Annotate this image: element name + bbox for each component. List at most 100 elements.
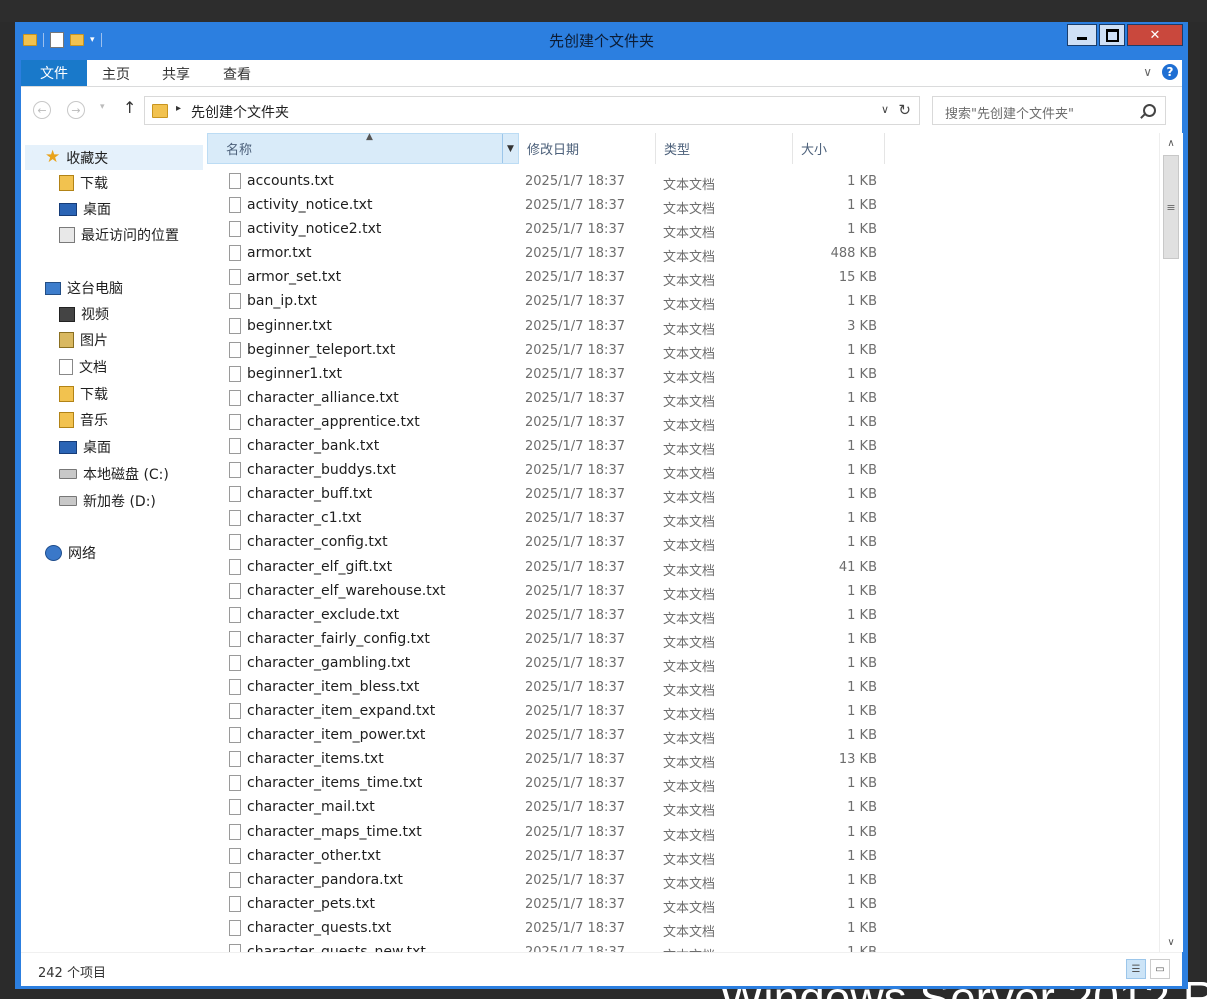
nav-item-desktop[interactable]: 桌面 (59, 437, 111, 457)
file-row[interactable]: character_alliance.txt 2025/1/7 18:37 文本文档… (207, 387, 1159, 411)
file-name-cell[interactable]: character_mail.txt (229, 799, 375, 816)
search-icon[interactable] (1143, 104, 1156, 117)
file-row[interactable]: character_buff.txt 2025/1/7 18:37 文本文档 1 KB (207, 483, 1159, 507)
close-button[interactable]: ✕ (1127, 24, 1183, 46)
file-name-cell[interactable]: character_quests_new.txt (229, 944, 426, 952)
nav-item-local-disk-c[interactable]: 本地磁盘 (C:) (59, 464, 169, 484)
details-view-icon[interactable]: ☰ (1126, 959, 1146, 979)
file-name-cell[interactable]: character_buddys.txt (229, 462, 396, 479)
file-name-cell[interactable]: character_buff.txt (229, 486, 372, 503)
file-row[interactable]: character_items_time.txt 2025/1/7 18:37 文本… (207, 772, 1159, 796)
refresh-icon[interactable]: ↻ (898, 101, 911, 119)
file-row[interactable]: character_quests_new.txt 2025/1/7 18:37 文本… (207, 941, 1159, 952)
file-name-cell[interactable]: activity_notice2.txt (229, 221, 381, 238)
file-name-cell[interactable]: beginner1.txt (229, 365, 342, 382)
file-name-cell[interactable]: accounts.txt (229, 173, 334, 189)
file-name-cell[interactable]: character_elf_warehouse.txt (229, 582, 446, 599)
file-row[interactable]: ban_ip.txt 2025/1/7 18:37 文本文档 1 KB (207, 290, 1159, 314)
file-row[interactable]: armor.txt 2025/1/7 18:37 文本文档 488 KB (207, 242, 1159, 266)
nav-item-recent-places[interactable]: 最近访问的位置 (59, 225, 179, 245)
up-button[interactable]: ↑ (123, 98, 136, 117)
nav-favorites[interactable]: ★ 收藏夹 (25, 145, 203, 170)
address-dropdown-icon[interactable]: ∨ (881, 103, 889, 116)
file-name-cell[interactable]: character_item_bless.txt (229, 678, 419, 695)
tab-view[interactable]: 查看 (223, 64, 251, 84)
file-row[interactable]: character_fairly_config.txt 2025/1/7 18:3… (207, 628, 1159, 652)
nav-item-videos[interactable]: 视频 (59, 304, 109, 324)
file-row[interactable]: beginner1.txt 2025/1/7 18:37 文本文档 1 KB (207, 363, 1159, 387)
file-row[interactable]: character_buddys.txt 2025/1/7 18:37 文本文档 1 … (207, 459, 1159, 483)
file-row[interactable]: activity_notice2.txt 2025/1/7 18:37 文本文档 1 … (207, 218, 1159, 242)
file-name-cell[interactable]: character_alliance.txt (229, 389, 399, 406)
recent-locations-icon[interactable]: ▾ (100, 102, 105, 112)
file-name-cell[interactable]: character_items_time.txt (229, 775, 422, 792)
file-name-cell[interactable]: character_maps_time.txt (229, 823, 422, 840)
search-input[interactable]: 搜索"先创建个文件夹" (932, 96, 1166, 125)
file-row[interactable]: beginner.txt 2025/1/7 18:37 文本文档 3 KB (207, 315, 1159, 339)
column-header-size[interactable]: 大小 (793, 133, 885, 164)
file-name-cell[interactable]: character_quests.txt (229, 919, 391, 936)
nav-item-volume-d[interactable]: 新加卷 (D:) (59, 491, 156, 511)
file-name-cell[interactable]: character_c1.txt (229, 510, 361, 527)
back-button[interactable]: ← (33, 101, 51, 119)
file-name-cell[interactable]: character_exclude.txt (229, 606, 399, 623)
file-row[interactable]: character_pandora.txt 2025/1/7 18:37 文本文档 1… (207, 869, 1159, 893)
file-name-cell[interactable]: armor_set.txt (229, 269, 341, 286)
file-row[interactable]: character_items.txt 2025/1/7 18:37 文本文档 13 … (207, 748, 1159, 772)
file-name-cell[interactable]: character_pandora.txt (229, 871, 403, 888)
file-name-cell[interactable]: character_config.txt (229, 534, 388, 551)
file-name-cell[interactable]: character_elf_gift.txt (229, 558, 392, 575)
large-icons-view-icon[interactable]: ▭ (1150, 959, 1170, 979)
file-row[interactable]: beginner_teleport.txt 2025/1/7 18:37 文本文档 1… (207, 339, 1159, 363)
tab-share[interactable]: 共享 (162, 64, 190, 84)
column-filter-dropdown-icon[interactable]: ▼ (502, 134, 518, 163)
nav-this-pc[interactable]: 这台电脑 (45, 278, 123, 298)
nav-item-desktop[interactable]: 桌面 (59, 199, 111, 219)
file-name-cell[interactable]: character_pets.txt (229, 895, 375, 912)
file-name-cell[interactable]: activity_notice.txt (229, 197, 372, 214)
file-name-cell[interactable]: character_item_expand.txt (229, 703, 435, 720)
file-row[interactable]: character_elf_gift.txt 2025/1/7 18:37 文本文档… (207, 556, 1159, 580)
column-header-name[interactable]: ▲ 名称 ▼ (207, 133, 519, 164)
file-name-cell[interactable]: armor.txt (229, 245, 311, 262)
nav-item-pictures[interactable]: 图片 (59, 330, 108, 350)
file-row[interactable]: character_gambling.txt 2025/1/7 18:37 文本文档… (207, 652, 1159, 676)
help-icon[interactable]: ? (1162, 64, 1178, 80)
file-name-cell[interactable]: beginner.txt (229, 317, 332, 334)
file-row[interactable]: character_bank.txt 2025/1/7 18:37 文本文档 1 KB (207, 435, 1159, 459)
address-bar[interactable]: ▸ 先创建个文件夹 ∨ ↻ (144, 96, 920, 125)
file-name-cell[interactable]: ban_ip.txt (229, 293, 317, 310)
file-row[interactable]: activity_notice.txt 2025/1/7 18:37 文本文档 1 K… (207, 194, 1159, 218)
file-name-cell[interactable]: character_fairly_config.txt (229, 630, 430, 647)
nav-network[interactable]: 网络 (45, 543, 96, 563)
file-row[interactable]: character_mail.txt 2025/1/7 18:37 文本文档 1 KB (207, 796, 1159, 820)
file-row[interactable]: character_item_power.txt 2025/1/7 18:37 文本… (207, 724, 1159, 748)
file-row[interactable]: accounts.txt 2025/1/7 18:37 文本文档 1 KB (207, 170, 1159, 194)
file-row[interactable]: character_exclude.txt 2025/1/7 18:37 文本文档 1… (207, 604, 1159, 628)
nav-item-downloads[interactable]: 下载 (59, 173, 108, 193)
breadcrumb-chevron-icon[interactable]: ▸ (176, 103, 181, 114)
file-row[interactable]: character_item_expand.txt 2025/1/7 18:37 文… (207, 700, 1159, 724)
tab-home[interactable]: 主页 (102, 64, 130, 84)
scroll-thumb[interactable]: ≡ (1163, 155, 1179, 259)
vertical-scrollbar[interactable]: ∧ ≡ ∨ (1159, 133, 1183, 952)
file-row[interactable]: character_apprentice.txt 2025/1/7 18:37 文本… (207, 411, 1159, 435)
nav-item-downloads[interactable]: 下载 (59, 384, 108, 404)
file-name-cell[interactable]: character_bank.txt (229, 438, 379, 455)
file-row[interactable]: character_maps_time.txt 2025/1/7 18:37 文本文… (207, 821, 1159, 845)
file-row[interactable]: character_other.txt 2025/1/7 18:37 文本文档 1 K… (207, 845, 1159, 869)
breadcrumb[interactable]: 先创建个文件夹 (191, 102, 289, 122)
nav-item-documents[interactable]: 文档 (59, 357, 107, 377)
file-row[interactable]: character_quests.txt 2025/1/7 18:37 文本文档 1 … (207, 917, 1159, 941)
file-row[interactable]: character_elf_warehouse.txt 2025/1/7 18:3… (207, 580, 1159, 604)
column-header-date[interactable]: 修改日期 (519, 133, 656, 164)
scroll-up-icon[interactable]: ∧ (1163, 135, 1179, 151)
file-row[interactable]: character_item_bless.txt 2025/1/7 18:37 文本… (207, 676, 1159, 700)
file-row[interactable]: character_c1.txt 2025/1/7 18:37 文本文档 1 KB (207, 507, 1159, 531)
file-name-cell[interactable]: beginner_teleport.txt (229, 341, 395, 358)
file-name-cell[interactable]: character_other.txt (229, 847, 381, 864)
expand-ribbon-icon[interactable]: ∨ (1143, 65, 1152, 79)
file-row[interactable]: armor_set.txt 2025/1/7 18:37 文本文档 15 KB (207, 266, 1159, 290)
scroll-down-icon[interactable]: ∨ (1163, 934, 1179, 950)
file-name-cell[interactable]: character_item_power.txt (229, 727, 425, 744)
